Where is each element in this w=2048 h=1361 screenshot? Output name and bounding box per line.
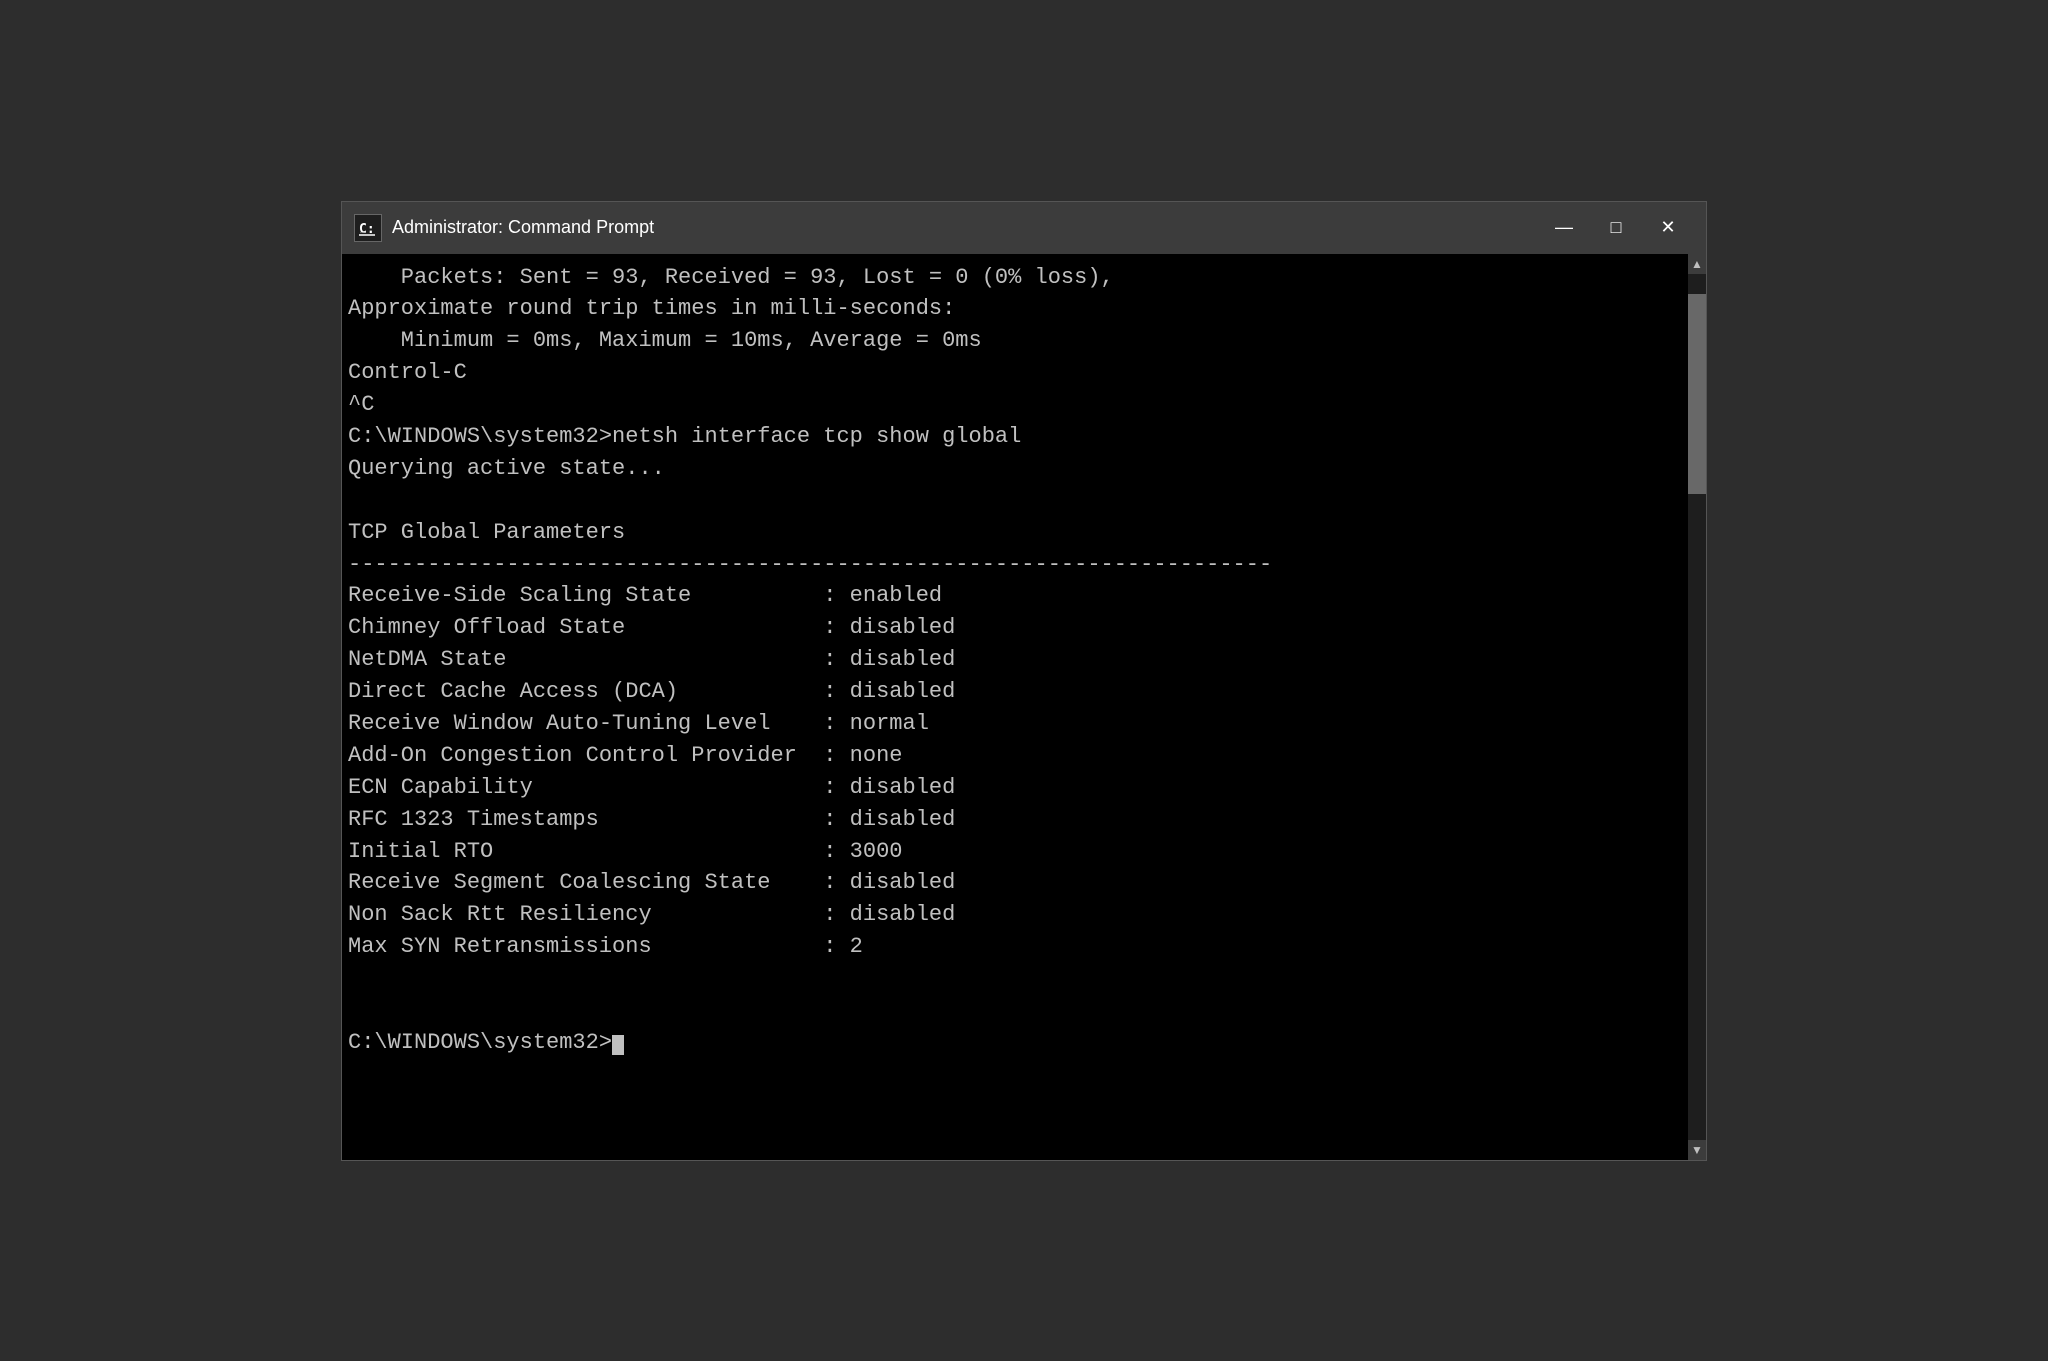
svg-text:_: _ [360, 224, 365, 233]
window-controls: — □ ✕ [1538, 202, 1694, 254]
title-bar: C: _ Administrator: Command Prompt — □ ✕ [342, 202, 1706, 254]
scroll-thumb[interactable] [1688, 294, 1706, 494]
cmd-window: C: _ Administrator: Command Prompt — □ ✕… [341, 201, 1707, 1161]
content-area: Packets: Sent = 93, Received = 93, Lost … [342, 254, 1706, 1160]
terminal-cursor [612, 1035, 624, 1055]
minimize-button[interactable]: — [1538, 202, 1590, 254]
window-title: Administrator: Command Prompt [392, 217, 1538, 238]
scroll-track[interactable] [1688, 274, 1706, 1140]
scrollbar[interactable]: ▲ ▼ [1688, 254, 1706, 1160]
scroll-up-button[interactable]: ▲ [1688, 254, 1706, 274]
terminal-output[interactable]: Packets: Sent = 93, Received = 93, Lost … [342, 254, 1688, 1160]
app-icon: C: _ [354, 214, 382, 242]
maximize-button[interactable]: □ [1590, 202, 1642, 254]
close-button[interactable]: ✕ [1642, 202, 1694, 254]
scroll-down-button[interactable]: ▼ [1688, 1140, 1706, 1160]
